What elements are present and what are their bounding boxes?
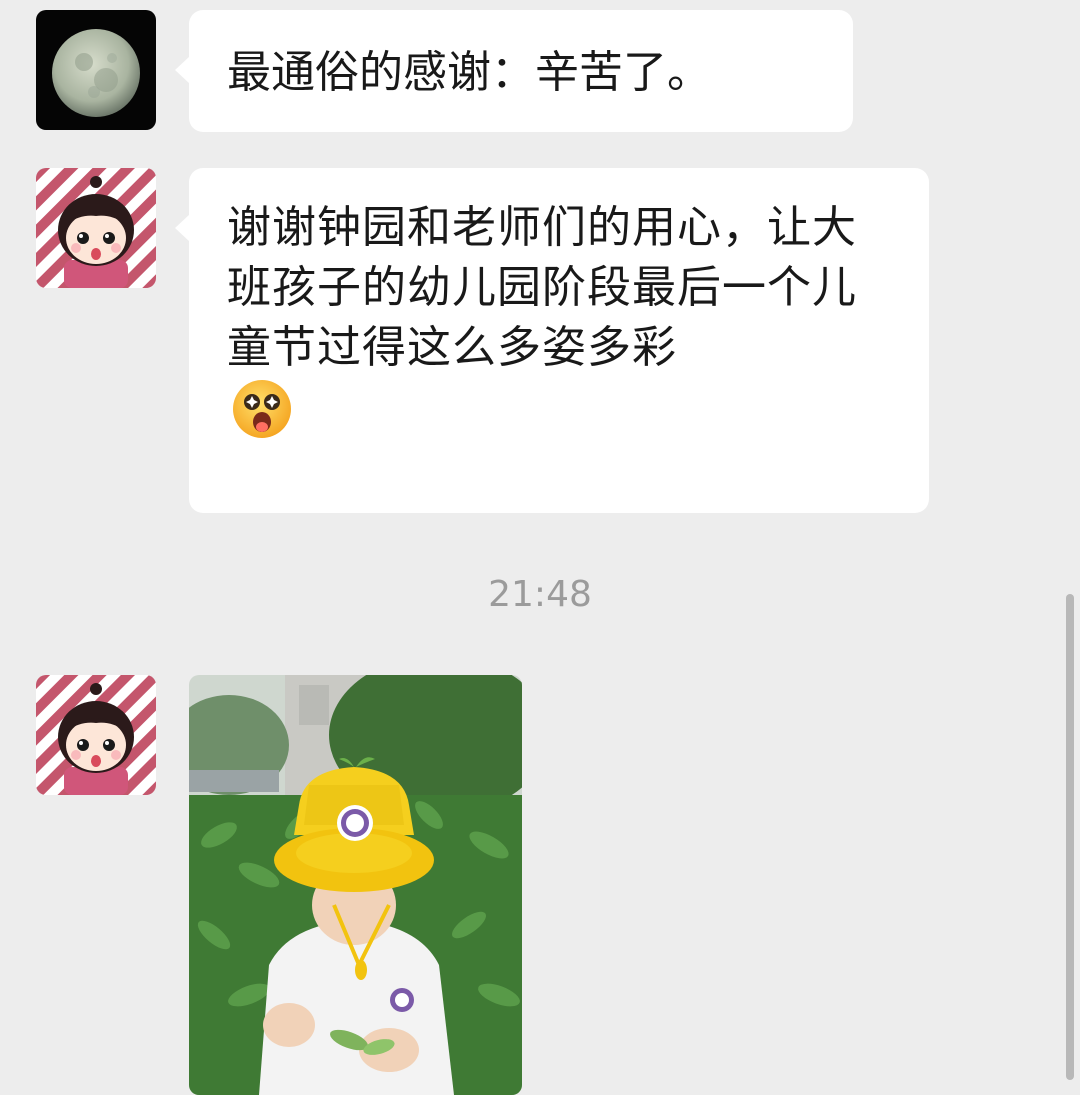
girl-avatar[interactable] bbox=[36, 168, 156, 288]
message-text: 谢谢钟园和老师们的用心，让大班孩子的幼儿园阶段最后一个儿童节过得这么多姿多彩 bbox=[227, 202, 857, 373]
photo-message[interactable] bbox=[189, 675, 522, 1095]
message-timestamp: 21:48 bbox=[488, 574, 592, 615]
message-text: 最通俗的感谢：辛苦了。 bbox=[227, 47, 711, 98]
star-eyes-emoji-icon bbox=[231, 378, 293, 444]
girl-avatar[interactable] bbox=[36, 675, 156, 795]
message-bubble[interactable]: 谢谢钟园和老师们的用心，让大班孩子的幼儿园阶段最后一个儿童节过得这么多姿多彩 bbox=[175, 168, 929, 513]
moon-avatar[interactable] bbox=[36, 10, 156, 130]
scrollbar[interactable] bbox=[1066, 594, 1074, 1080]
child-photo-image bbox=[189, 675, 522, 1095]
message-bubble[interactable]: 最通俗的感谢：辛苦了。 bbox=[175, 10, 853, 132]
